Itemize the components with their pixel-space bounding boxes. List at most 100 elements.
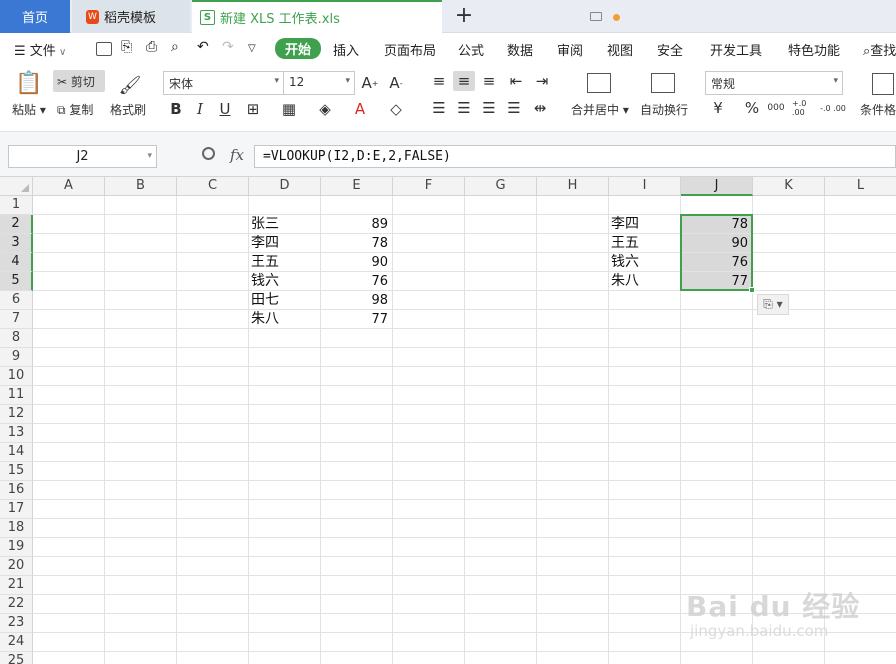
row-header-12[interactable]: 12	[0, 405, 33, 424]
cell-d6[interactable]: 田七	[251, 291, 321, 310]
save-icon[interactable]	[96, 42, 112, 56]
cell-i2[interactable]: 李四	[611, 215, 681, 234]
row-header-24[interactable]: 24	[0, 633, 33, 652]
row-header-22[interactable]: 22	[0, 595, 33, 614]
wrap-text-icon[interactable]	[651, 73, 675, 93]
align-right-icon[interactable]: ☰	[479, 98, 499, 118]
row-header-19[interactable]: 19	[0, 538, 33, 557]
cell-e5[interactable]: 76	[321, 272, 392, 291]
font-color-icon[interactable]: A	[350, 99, 370, 119]
file-menu[interactable]: ☰ 文件 ∨	[14, 40, 66, 59]
select-all-corner[interactable]	[0, 177, 33, 196]
row-header-9[interactable]: 9	[0, 348, 33, 367]
menu-tab-data[interactable]: 数据	[507, 40, 533, 59]
paste-button[interactable]: 粘贴 ▾	[12, 101, 46, 118]
format-painter-label[interactable]: 格式刷	[110, 101, 146, 118]
paste-icon[interactable]: 📋	[15, 70, 42, 96]
justify-icon[interactable]: ☰	[504, 98, 524, 118]
conditional-format-icon[interactable]	[872, 73, 894, 95]
row-header-7[interactable]: 7	[0, 310, 33, 329]
column-header-c[interactable]: C	[177, 177, 249, 196]
row-header-5[interactable]: 5	[0, 272, 33, 291]
format-painter-icon[interactable]: 🖌	[118, 73, 142, 97]
row-header-23[interactable]: 23	[0, 614, 33, 633]
row-header-11[interactable]: 11	[0, 386, 33, 405]
thousands-icon[interactable]: 000	[766, 98, 786, 118]
menu-tab-view[interactable]: 视图	[607, 40, 633, 59]
menu-tab-review[interactable]: 审阅	[557, 40, 583, 59]
row-header-8[interactable]: 8	[0, 329, 33, 348]
fill-color-icon[interactable]: ◈	[315, 99, 335, 119]
align-middle-icon[interactable]: ≡	[453, 71, 475, 91]
screen-icon[interactable]	[590, 12, 602, 21]
row-header-4[interactable]: 4	[0, 253, 33, 272]
tab-file[interactable]: S 新建 XLS 工作表.xls	[192, 0, 620, 33]
zoom-icon[interactable]	[202, 147, 215, 160]
column-header-e[interactable]: E	[321, 177, 393, 196]
column-header-f[interactable]: F	[393, 177, 465, 196]
cut-button[interactable]: ✂ 剪切	[53, 70, 105, 92]
increase-font-icon[interactable]: A +	[360, 73, 380, 93]
column-header-k[interactable]: K	[753, 177, 825, 196]
row-header-18[interactable]: 18	[0, 519, 33, 538]
name-box[interactable]: J2 ▾	[8, 145, 157, 168]
decrease-decimal-icon[interactable]: -.0 .00	[820, 98, 846, 118]
font-name-select[interactable]: 宋体 ▾	[163, 71, 284, 95]
menu-tab-insert[interactable]: 插入	[333, 40, 359, 59]
column-header-d[interactable]: D	[249, 177, 321, 196]
percent-icon[interactable]: %	[742, 98, 762, 118]
paste-options-button[interactable]: ⎘ ▾	[757, 294, 789, 315]
cell-d7[interactable]: 朱八	[251, 310, 321, 329]
menu-tab-formulas[interactable]: 公式	[458, 40, 484, 59]
search-menu[interactable]: ⌕查找	[863, 40, 896, 59]
row-header-25[interactable]: 25	[0, 652, 33, 664]
conditional-format-button[interactable]: 条件格	[860, 101, 896, 118]
formula-input[interactable]: =VLOOKUP(I2,D:E,2,FALSE)	[254, 145, 896, 168]
borders-icon[interactable]: ⊞	[243, 99, 263, 119]
cell-d3[interactable]: 李四	[251, 234, 321, 253]
tab-home[interactable]: 首页	[0, 0, 70, 33]
row-header-3[interactable]: 3	[0, 234, 33, 253]
cell-e4[interactable]: 90	[321, 253, 392, 272]
cell-d5[interactable]: 钱六	[251, 272, 321, 291]
clear-format-icon[interactable]: ◇	[386, 99, 406, 119]
row-header-13[interactable]: 13	[0, 424, 33, 443]
align-bottom-icon[interactable]: ≡	[479, 71, 499, 91]
insert-function-icon[interactable]: fx	[230, 146, 244, 164]
menu-tab-home[interactable]: 开始	[275, 38, 322, 59]
cell-e3[interactable]: 78	[321, 234, 392, 253]
row-header-6[interactable]: 6	[0, 291, 33, 310]
number-format-select[interactable]: 常规 ▾	[705, 71, 843, 95]
outdent-icon[interactable]: ⇤	[506, 71, 526, 91]
fill-handle[interactable]	[749, 287, 755, 293]
cell-i4[interactable]: 钱六	[611, 253, 681, 272]
column-header-h[interactable]: H	[537, 177, 609, 196]
row-header-10[interactable]: 10	[0, 367, 33, 386]
align-center-icon[interactable]: ☰	[454, 98, 474, 118]
menu-tab-special[interactable]: 特色功能	[788, 40, 840, 59]
cell-d4[interactable]: 王五	[251, 253, 321, 272]
print-preview-icon[interactable]: ⌕	[171, 39, 179, 55]
row-header-2[interactable]: 2	[0, 215, 33, 234]
cell-e7[interactable]: 77	[321, 310, 392, 329]
tab-template[interactable]: W 稻壳模板	[72, 0, 190, 33]
cell-e2[interactable]: 89	[321, 215, 392, 234]
cell-style-icon[interactable]: ▦	[279, 99, 299, 119]
underline-icon[interactable]: U	[215, 99, 235, 119]
decrease-font-icon[interactable]: A-	[386, 73, 406, 93]
menu-tab-security[interactable]: 安全	[657, 40, 683, 59]
bold-icon[interactable]: B	[166, 99, 186, 119]
column-header-j[interactable]: J	[681, 177, 753, 196]
column-header-i[interactable]: I	[609, 177, 681, 196]
align-left-icon[interactable]: ☰	[429, 98, 449, 118]
row-header-21[interactable]: 21	[0, 576, 33, 595]
undo-icon[interactable]: ↶	[197, 39, 209, 55]
column-header-g[interactable]: G	[465, 177, 537, 196]
align-top-icon[interactable]: ≡	[429, 71, 449, 91]
merge-center-button[interactable]: 合并居中 ▾	[571, 101, 629, 118]
cell-i5[interactable]: 朱八	[611, 272, 681, 291]
row-header-1[interactable]: 1	[0, 196, 33, 215]
cell-d2[interactable]: 张三	[251, 215, 321, 234]
merge-center-icon[interactable]	[587, 73, 611, 93]
row-header-17[interactable]: 17	[0, 500, 33, 519]
